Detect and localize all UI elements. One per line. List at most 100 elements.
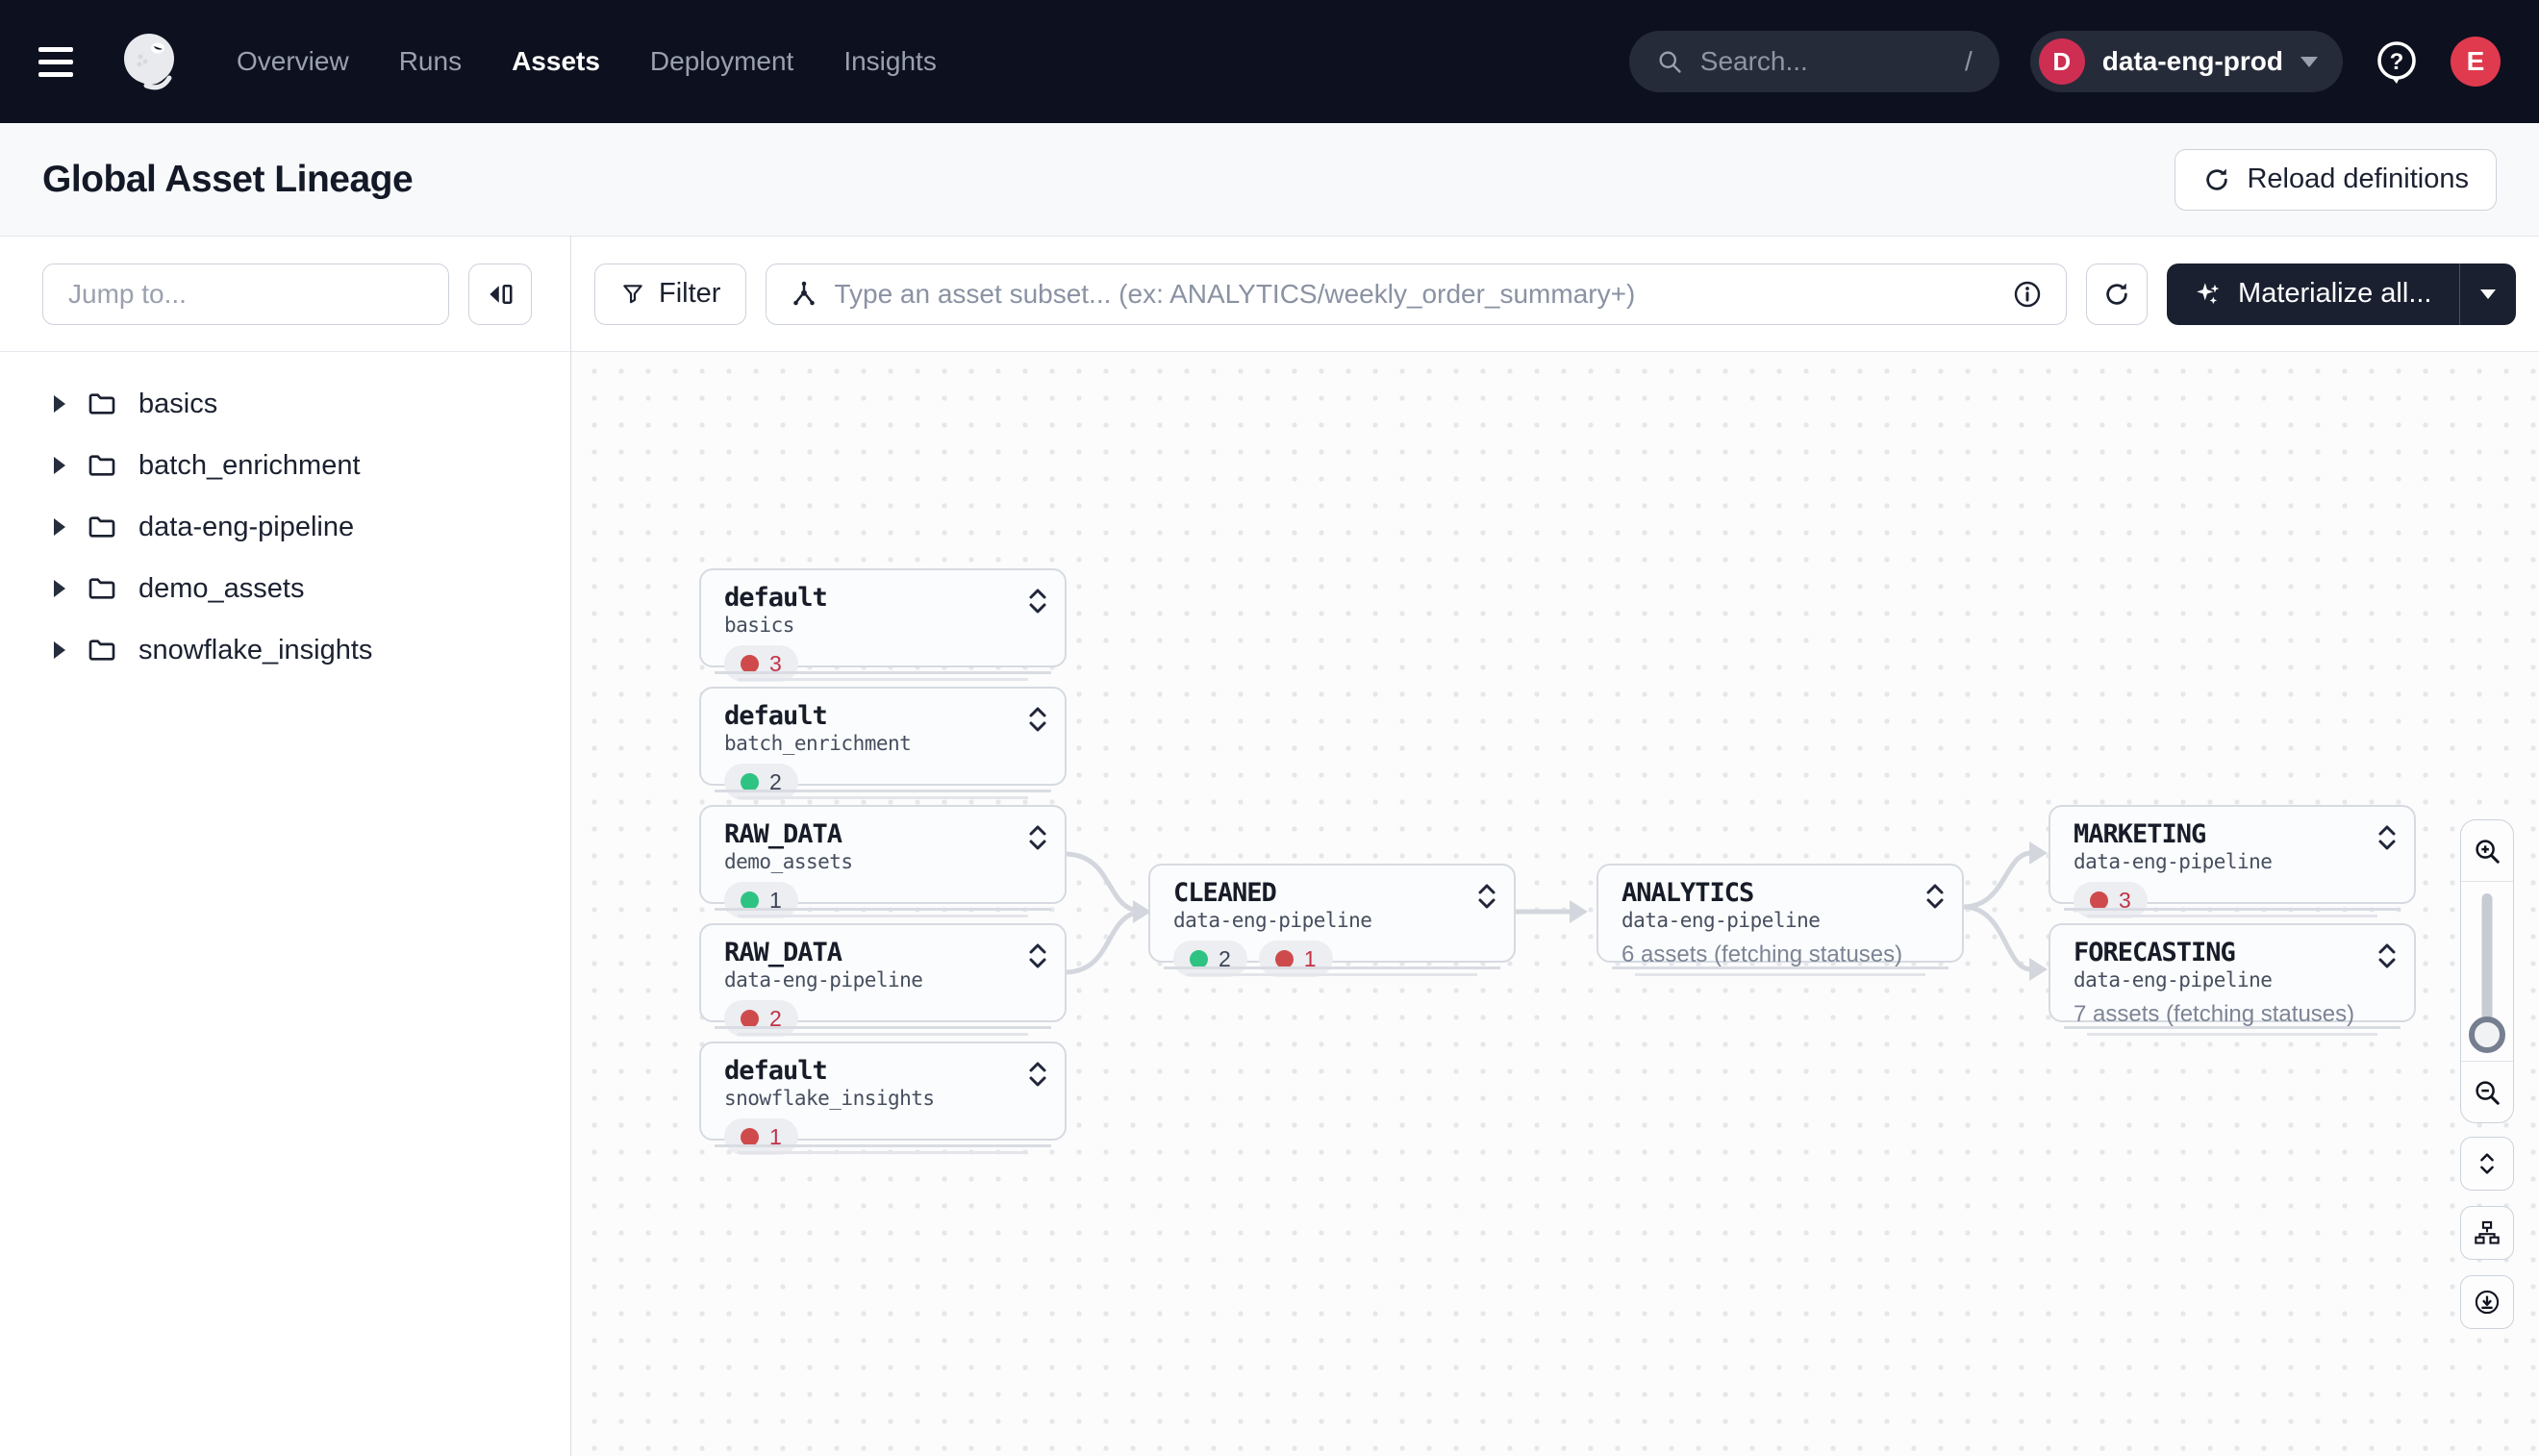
lineage-graph-canvas[interactable]: default basics 3 default batch_enrichmen… xyxy=(571,352,2539,1456)
reload-definitions-button[interactable]: Reload definitions xyxy=(2174,149,2497,211)
user-avatar[interactable]: E xyxy=(2451,37,2501,87)
expand-node-icon[interactable] xyxy=(1026,822,1049,853)
nav-item-assets[interactable]: Assets xyxy=(512,46,600,77)
zoom-in-button[interactable] xyxy=(2461,820,2513,882)
node-title: default xyxy=(724,1056,1045,1086)
sidebar-item-snowflake-insights[interactable]: snowflake_insights xyxy=(0,619,570,681)
help-icon[interactable]: ? xyxy=(2374,38,2420,85)
sidebar-item-demo-assets[interactable]: demo_assets xyxy=(0,558,570,619)
dagster-logo-icon xyxy=(117,28,185,95)
asset-group-node-default-snowflake-insights[interactable]: default snowflake_insights 1 xyxy=(699,1042,1067,1141)
filter-button[interactable]: Filter xyxy=(594,264,746,325)
sidebar-item-data-eng-pipeline[interactable]: data-eng-pipeline xyxy=(0,496,570,558)
node-title: MARKETING xyxy=(2074,819,2395,849)
tree-label: basics xyxy=(138,389,217,420)
top-nav-bar: Overview Runs Assets Deployment Insights… xyxy=(0,0,2539,123)
zoom-slider[interactable] xyxy=(2461,882,2513,1061)
folder-icon xyxy=(87,573,117,604)
search-placeholder: Search... xyxy=(1700,46,1808,77)
expand-all-groups-button[interactable] xyxy=(2460,1137,2514,1191)
nav-item-deployment[interactable]: Deployment xyxy=(650,46,793,77)
reload-definitions-label: Reload definitions xyxy=(2247,163,2469,195)
materialize-options-button[interactable] xyxy=(2460,264,2516,325)
asset-subset-field xyxy=(766,264,2067,325)
primary-nav: Overview Runs Assets Deployment Insights xyxy=(237,46,937,77)
sidebar-item-batch-enrichment[interactable]: batch_enrichment xyxy=(0,435,570,496)
asset-group-node-default-batch-enrichment[interactable]: default batch_enrichment 2 xyxy=(699,687,1067,786)
status-dot-success xyxy=(741,773,759,791)
node-title: CLEANED xyxy=(1173,878,1495,908)
expand-node-icon[interactable] xyxy=(1475,881,1498,912)
deployment-initial-badge: D xyxy=(2039,38,2085,85)
page-title: Global Asset Lineage xyxy=(42,159,413,201)
search-icon xyxy=(1656,48,1683,75)
asset-selector-icon xyxy=(790,280,818,309)
expand-node-icon[interactable] xyxy=(2376,822,2399,853)
zoom-slider-thumb[interactable] xyxy=(2469,1017,2505,1053)
node-subtitle: data-eng-pipeline xyxy=(1173,909,1495,932)
nav-item-insights[interactable]: Insights xyxy=(843,46,937,77)
asset-group-node-default-basics[interactable]: default basics 3 xyxy=(699,568,1067,667)
caret-right-icon xyxy=(54,641,65,659)
relayout-graph-button[interactable] xyxy=(2460,1206,2514,1260)
status-badge: 2 xyxy=(724,1000,798,1037)
node-status-text: 7 assets (fetching statuses) xyxy=(2074,1001,2395,1028)
hierarchy-icon xyxy=(2474,1219,2501,1246)
asset-group-node-forecasting[interactable]: FORECASTING data-eng-pipeline 7 assets (… xyxy=(2049,923,2416,1022)
chevron-down-icon xyxy=(2300,57,2318,67)
node-subtitle: data-eng-pipeline xyxy=(1621,909,1943,932)
lineage-toolbar: Filter xyxy=(571,237,2539,352)
asset-group-node-cleaned[interactable]: CLEANED data-eng-pipeline 2 1 xyxy=(1148,864,1516,963)
nav-item-overview[interactable]: Overview xyxy=(237,46,349,77)
panel-collapse-icon xyxy=(486,280,515,309)
node-title: default xyxy=(724,701,1045,731)
materialize-all-label: Materialize all... xyxy=(2238,278,2431,310)
caret-right-icon xyxy=(54,395,65,413)
asset-group-node-analytics[interactable]: ANALYTICS data-eng-pipeline 6 assets (fe… xyxy=(1596,864,1964,963)
zoom-out-button[interactable] xyxy=(2461,1061,2513,1122)
page-header: Global Asset Lineage Reload definitions xyxy=(0,123,2539,237)
global-search[interactable]: Search... / xyxy=(1629,31,1999,92)
node-subtitle: data-eng-pipeline xyxy=(2074,968,2395,992)
folder-icon xyxy=(87,635,117,665)
node-subtitle: demo_assets xyxy=(724,850,1045,873)
materialize-all-button[interactable]: Materialize all... xyxy=(2167,264,2458,325)
info-icon[interactable] xyxy=(2012,279,2043,310)
nav-item-runs[interactable]: Runs xyxy=(399,46,462,77)
tree-label: demo_assets xyxy=(138,573,305,605)
asset-group-node-rawdata-demo-assets[interactable]: RAW_DATA demo_assets 1 xyxy=(699,805,1067,904)
expand-node-icon[interactable] xyxy=(2376,941,2399,971)
status-dot-success xyxy=(1190,950,1208,968)
tree-label: batch_enrichment xyxy=(138,450,361,482)
download-graph-button[interactable] xyxy=(2460,1275,2514,1329)
hamburger-menu-icon[interactable] xyxy=(38,47,73,77)
topbar-right-cluster: Search... / D data-eng-prod ? E xyxy=(1629,31,2501,92)
download-icon xyxy=(2474,1289,2501,1316)
node-status-text: 6 assets (fetching statuses) xyxy=(1621,941,1943,968)
status-badge: 3 xyxy=(2074,882,2148,918)
refresh-graph-button[interactable] xyxy=(2086,264,2148,325)
expand-node-icon[interactable] xyxy=(1026,941,1049,971)
jump-to-input[interactable] xyxy=(42,264,449,325)
expand-node-icon[interactable] xyxy=(1026,704,1049,735)
expand-node-icon[interactable] xyxy=(1026,586,1049,616)
asset-group-node-rawdata-data-eng-pipeline[interactable]: RAW_DATA data-eng-pipeline 2 xyxy=(699,923,1067,1022)
status-dot-error xyxy=(1275,950,1294,968)
caret-right-icon xyxy=(54,580,65,597)
asset-subset-input[interactable] xyxy=(834,279,1997,310)
deployment-switcher[interactable]: D data-eng-prod xyxy=(2030,31,2343,92)
node-title: default xyxy=(724,583,1045,613)
expand-node-icon[interactable] xyxy=(1026,1059,1049,1090)
expand-node-icon[interactable] xyxy=(1923,881,1947,912)
zoom-control xyxy=(2460,819,2514,1123)
status-badge: 1 xyxy=(1259,941,1333,977)
node-subtitle: basics xyxy=(724,614,1045,637)
refresh-icon xyxy=(2102,280,2131,309)
node-title: RAW_DATA xyxy=(724,819,1045,849)
tree-label: data-eng-pipeline xyxy=(138,512,354,543)
asset-groups-sidebar: basics batch_enrichment data-eng-pipelin… xyxy=(0,237,571,1456)
collapse-sidebar-button[interactable] xyxy=(468,264,532,325)
asset-group-node-marketing[interactable]: MARKETING data-eng-pipeline 3 xyxy=(2049,805,2416,904)
sidebar-item-basics[interactable]: basics xyxy=(0,373,570,435)
status-badge: 1 xyxy=(724,882,798,918)
